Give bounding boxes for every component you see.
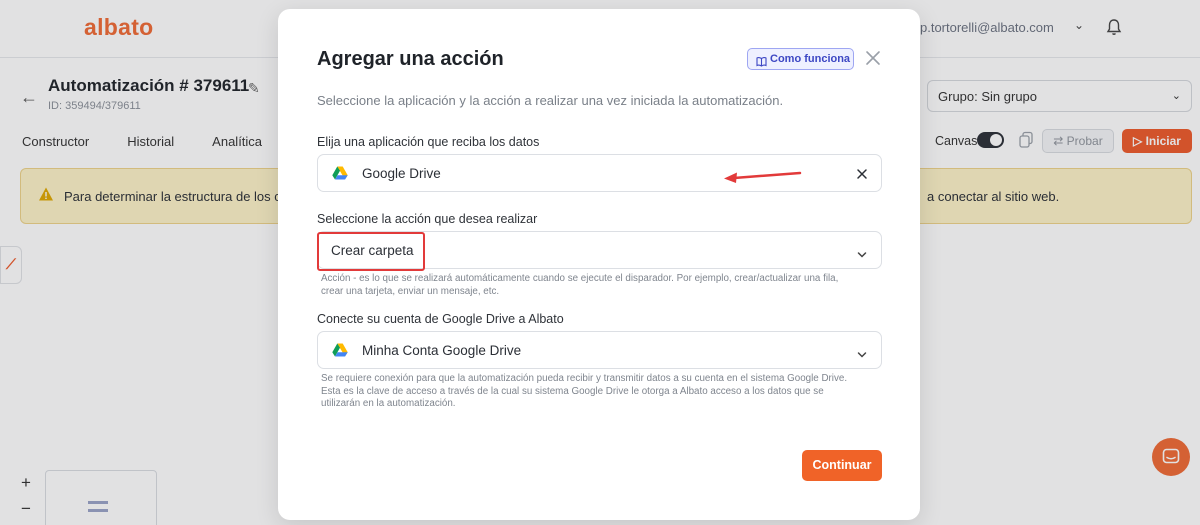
continue-button[interactable]: Continuar (802, 450, 882, 481)
book-icon (756, 54, 767, 74)
clear-icon[interactable] (856, 167, 868, 179)
account-help-text: Se requiere conexión para que la automat… (321, 373, 881, 411)
google-drive-icon (332, 166, 348, 185)
como-funciona-label: Como funciona (770, 53, 851, 65)
action-help-text: Acción - es lo que se realizará automáti… (321, 273, 881, 298)
account-help-line: Esta es la clave de acceso a través de l… (321, 385, 824, 397)
account-help-line: Se requiere conexión para que la automat… (321, 373, 848, 384)
add-action-modal: Agregar una acción Como funciona Selecci… (278, 9, 920, 520)
action-help-line: crear una tarjeta, enviar un mensaje, et… (321, 285, 500, 297)
action-help-line: Acción - es lo que se realizará automáti… (321, 273, 839, 284)
action-highlight-box (317, 232, 425, 271)
account-select-value: Minha Conta Google Drive (362, 343, 522, 358)
app-field-label: Elija una aplicación que reciba los dato… (317, 135, 540, 149)
como-funciona-button[interactable]: Como funciona (747, 48, 854, 70)
account-select[interactable]: Minha Conta Google Drive (317, 331, 882, 369)
app-select-value: Google Drive (362, 166, 441, 181)
chevron-down-icon (857, 346, 867, 358)
modal-title: Agregar una acción (317, 48, 504, 70)
modal-subtitle: Seleccione la aplicación y la acción a r… (317, 93, 784, 108)
action-field-label: Seleccione la acción que desea realizar (317, 212, 538, 226)
close-icon[interactable] (864, 49, 882, 67)
chevron-down-icon (857, 246, 867, 258)
account-help-line: utilizarán en la automatización. (321, 398, 456, 410)
red-arrow-annotation (724, 171, 802, 183)
google-drive-icon (332, 343, 348, 362)
account-field-label: Conecte su cuenta de Google Drive a Alba… (317, 312, 564, 326)
